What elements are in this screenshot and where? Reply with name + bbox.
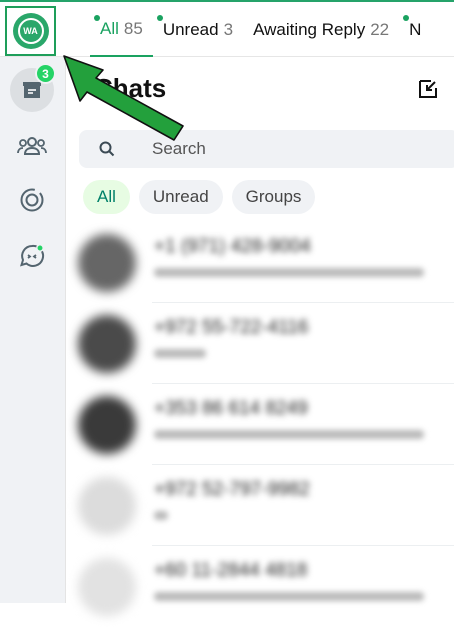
chat-name: +60 11-2844 4818	[154, 560, 308, 581]
sidebar-item-channels[interactable]	[10, 234, 54, 278]
new-chat-icon[interactable]	[416, 77, 440, 101]
avatar	[78, 396, 136, 454]
chat-preview	[154, 592, 424, 601]
chat-name: +972 52-797-9982	[154, 479, 310, 500]
search-placeholder: Search	[152, 139, 206, 158]
tab-label: Awaiting Reply	[253, 19, 366, 39]
chats-panel: Chats Search All Unread Groups +1 (971) …	[66, 57, 454, 616]
chat-bubble-icon	[20, 244, 45, 267]
tab-label: Unread	[162, 19, 219, 39]
tab-awaiting-reply[interactable]: Awaiting Reply 22	[243, 2, 399, 57]
chat-name: +972 55-722-4116	[154, 317, 309, 338]
chat-preview	[154, 511, 168, 520]
wa-extension-button[interactable]: WA	[5, 6, 56, 56]
chat-list-item[interactable]: +972 52-797-9982	[66, 465, 454, 546]
top-tabs: All 85 Unread 3 Awaiting Reply 22 N	[90, 2, 431, 57]
chat-list: +1 (971) 428-9004 +972 55-722-4116 +353 …	[66, 222, 454, 627]
filter-chip-unread[interactable]: Unread	[138, 180, 223, 214]
status-ring-icon	[20, 188, 44, 212]
tab-dot-icon	[94, 15, 100, 21]
chat-preview	[154, 430, 424, 439]
tab-unread[interactable]: Unread 3	[153, 2, 243, 57]
tab-dot-icon	[156, 15, 163, 21]
filter-chip-all[interactable]: All	[83, 180, 130, 214]
chat-name: +353 86 614 8249	[154, 398, 308, 419]
avatar	[78, 477, 136, 535]
chat-preview	[154, 268, 424, 277]
filter-chip-groups[interactable]: Groups	[231, 180, 316, 214]
people-icon	[17, 137, 47, 155]
avatar	[78, 234, 136, 292]
tab-next[interactable]: N	[399, 2, 431, 57]
search-bar[interactable]: Search	[79, 130, 454, 168]
unread-badge: 3	[35, 63, 56, 84]
top-filter-bar: WA All 85 Unread 3 Awaiting Reply 22 N	[0, 0, 454, 57]
chat-list-item[interactable]: +353 86 614 8249	[66, 384, 454, 465]
tab-count: 85	[123, 18, 143, 38]
chat-name: +1 (971) 428-9004	[154, 236, 311, 257]
sidebar-item-communities[interactable]	[10, 124, 54, 168]
extension-logo-text: WA	[23, 26, 38, 36]
tab-all[interactable]: All 85	[90, 2, 153, 57]
left-sidebar: 3	[0, 57, 66, 603]
filter-chips: All Unread Groups	[83, 180, 316, 214]
tab-count: 3	[223, 19, 234, 39]
chat-list-item[interactable]: +1 (971) 428-9004	[66, 222, 454, 303]
avatar	[78, 315, 136, 373]
chat-preview	[154, 349, 206, 358]
tab-label: All	[100, 18, 119, 38]
chat-list-item[interactable]: +60 11-2844 4818	[66, 546, 454, 627]
avatar	[78, 558, 136, 616]
search-icon	[99, 141, 115, 157]
sidebar-item-status[interactable]	[10, 178, 54, 222]
tab-count: 22	[370, 19, 390, 39]
tab-label: N	[409, 19, 422, 39]
wa-extension-logo-icon: WA	[12, 13, 49, 49]
chat-list-item[interactable]: +972 55-722-4116	[66, 303, 454, 384]
page-title: Chats	[94, 73, 167, 103]
